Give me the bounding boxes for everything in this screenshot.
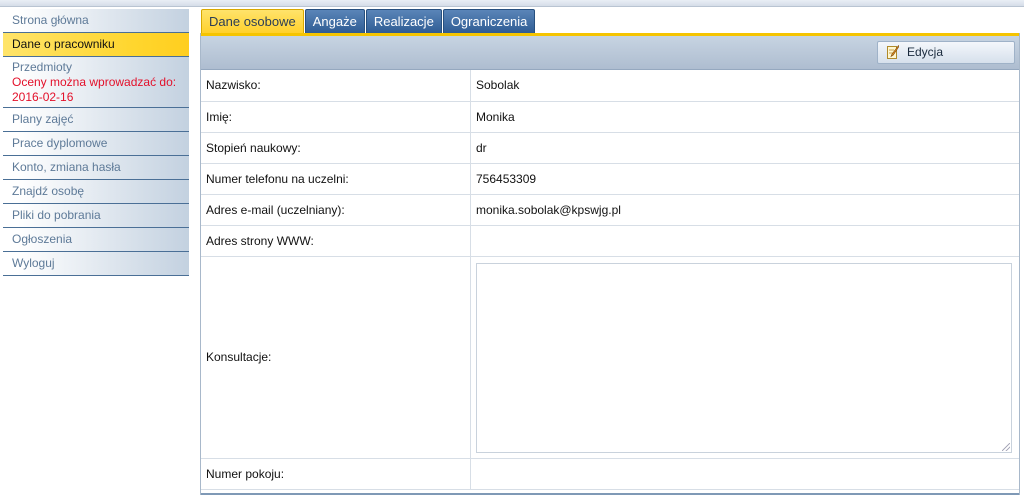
tab-personal-data[interactable]: Dane osobowe: [201, 9, 304, 33]
edit-button[interactable]: Edycja: [877, 41, 1015, 64]
consultations-textarea[interactable]: [476, 263, 1012, 453]
sidebar-item-subjects[interactable]: Przedmioty Oceny można wprowadzać do: 20…: [3, 57, 189, 108]
form-row-website: Adres strony WWW:: [201, 225, 1019, 257]
form-row-phone: Numer telefonu na uczelni: 756453309: [201, 163, 1019, 195]
field-label: Nazwisko:: [201, 70, 471, 102]
sidebar-item-label: Przedmioty: [12, 60, 73, 74]
field-label: Stopień naukowy:: [201, 132, 471, 164]
sidebar-item-find-person[interactable]: Znajdź osobę: [3, 180, 189, 204]
field-value-phone: 756453309: [470, 163, 1019, 195]
form-row-consultations: Konsultacje:: [201, 256, 1019, 459]
sidebar-item-logout[interactable]: Wyloguj: [3, 252, 189, 276]
personal-data-form: Nazwisko: Sobolak Imię: Monika Stopień n…: [201, 70, 1019, 490]
form-row-surname: Nazwisko: Sobolak: [201, 70, 1019, 102]
grades-deadline-note: Oceny można wprowadzać do: 2016-02-16: [12, 75, 177, 104]
field-value-surname: Sobolak: [470, 70, 1019, 102]
sidebar-item-home[interactable]: Strona główna: [3, 9, 189, 33]
field-value-room: [470, 458, 1019, 490]
field-label: Numer telefonu na uczelni:: [201, 163, 471, 195]
personal-data-panel: Edycja Nazwisko: Sobolak Imię: Monika St…: [200, 33, 1020, 495]
field-label: Imię:: [201, 101, 471, 133]
field-label: Konsultacje:: [201, 256, 471, 459]
form-row-first-name: Imię: Monika: [201, 101, 1019, 133]
form-row-email: Adres e-mail (uczelniany): monika.sobola…: [201, 194, 1019, 226]
sidebar-item-downloads[interactable]: Pliki do pobrania: [3, 204, 189, 228]
sidebar-nav: Strona główna Dane o pracowniku Przedmio…: [3, 9, 189, 276]
sidebar-item-account[interactable]: Konto, zmiana hasła: [3, 156, 189, 180]
form-row-degree: Stopień naukowy: dr: [201, 132, 1019, 164]
sidebar-item-schedules[interactable]: Plany zajęć: [3, 108, 189, 132]
field-value-degree: dr: [470, 132, 1019, 164]
field-label: Adres e-mail (uczelniany):: [201, 194, 471, 226]
sidebar-item-theses[interactable]: Prace dyplomowe: [3, 132, 189, 156]
sidebar-item-announcements[interactable]: Ogłoszenia: [3, 228, 189, 252]
resize-grip-icon[interactable]: [1002, 443, 1010, 451]
field-label: Numer pokoju:: [201, 458, 471, 490]
tab-engagements[interactable]: Angaże: [304, 9, 365, 33]
tab-restrictions[interactable]: Ograniczenia: [442, 9, 536, 33]
edit-button-label: Edycja: [907, 45, 944, 59]
field-label: Adres strony WWW:: [201, 225, 471, 257]
sidebar-item-employee-data[interactable]: Dane o pracowniku: [3, 33, 189, 57]
pencil-note-icon: [887, 45, 899, 59]
panel-toolbar: Edycja: [201, 36, 1019, 70]
tab-bar: Dane osobowe Angaże Realizacje Ogranicze…: [201, 9, 536, 33]
field-value-email: monika.sobolak@kpswjg.pl: [470, 194, 1019, 226]
window-top-border: [0, 0, 1024, 7]
tab-realizations[interactable]: Realizacje: [365, 9, 442, 33]
field-value-first-name: Monika: [470, 101, 1019, 133]
field-value-consultations: [470, 256, 1019, 459]
field-value-website: [470, 225, 1019, 257]
form-row-room: Numer pokoju:: [201, 458, 1019, 490]
